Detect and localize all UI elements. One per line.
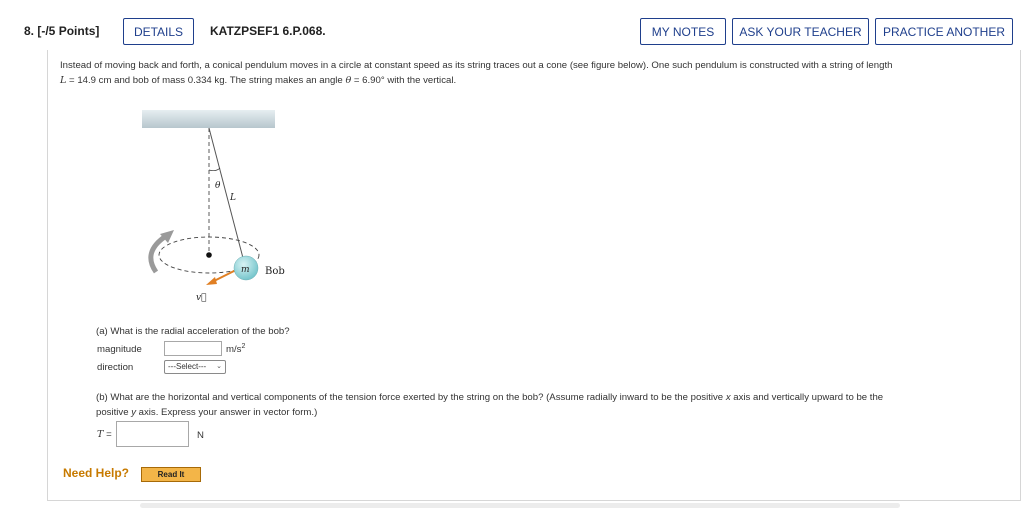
question-header: 8. [-/5 Points] DETAILS KATZPSEF1 6.P.06…	[0, 0, 1024, 50]
question-number: 8.	[24, 24, 35, 38]
unit-exponent: 2	[241, 343, 246, 350]
question-title: 8. [-/5 Points]	[24, 24, 99, 38]
details-button[interactable]: DETAILS	[123, 18, 194, 45]
magnitude-label: magnitude	[97, 344, 142, 355]
length-unit: cm	[96, 75, 112, 86]
mass-label: m	[241, 265, 250, 275]
conical-pendulum-figure: θ L m Bob v⃗	[140, 100, 300, 310]
part-b-text-4: axis. Express your answer in vector form…	[136, 407, 318, 418]
unit-text: m/s	[226, 344, 242, 356]
circle-center	[206, 252, 212, 258]
intro-mid-text: and bob of mass	[111, 75, 188, 86]
theta-equals: =	[351, 75, 363, 86]
length-equals: =	[66, 75, 78, 86]
tension-label: T =	[97, 429, 112, 440]
part-b-text-2: axis and vertically upward to be the	[730, 392, 884, 403]
direction-selected-value: ---Select---	[168, 362, 207, 371]
pendulum-diagram: θ L m Bob v⃗	[142, 110, 285, 303]
tension-equals: =	[103, 429, 112, 440]
magnitude-input[interactable]	[164, 341, 222, 356]
magnitude-unit: m/s2	[226, 343, 245, 355]
bob-label: Bob	[265, 266, 285, 277]
chevron-down-icon: ⌄	[216, 363, 222, 370]
intro-mass-text: kg. The string makes an angle	[211, 75, 346, 86]
length-value: 14.9	[77, 75, 96, 86]
part-b-prompt: (b) What are the horizontal and vertical…	[96, 390, 1006, 420]
part-b-text-3: positive	[96, 407, 132, 418]
tension-input[interactable]	[116, 421, 189, 447]
mass-value: 0.334	[187, 75, 212, 86]
angle-arc	[208, 167, 221, 172]
ask-teacher-button[interactable]: ASK YOUR TEACHER	[732, 18, 869, 45]
question-points: [-/5 Points]	[37, 24, 100, 38]
part-b-text-1: (b) What are the horizontal and vertical…	[96, 392, 726, 403]
my-notes-button[interactable]: MY NOTES	[640, 18, 726, 45]
direction-select[interactable]: ---Select--- ⌄	[164, 360, 226, 374]
read-it-button[interactable]: Read It	[141, 467, 201, 482]
intro-text: Instead of moving back and forth, a coni…	[60, 60, 893, 71]
tension-unit: N	[197, 430, 204, 441]
velocity-arrowhead	[206, 277, 217, 285]
problem-statement: Instead of moving back and forth, a coni…	[60, 58, 1015, 88]
ceiling	[142, 110, 275, 128]
theta-value: 6.90°	[362, 75, 385, 86]
need-help-label: Need Help?	[63, 466, 130, 480]
part-a-prompt: (a) What is the radial acceleration of t…	[96, 326, 290, 337]
question-code: KATZPSEF1 6.P.068.	[210, 24, 326, 38]
velocity-label: v⃗	[196, 293, 207, 303]
intro-end-text: with the vertical.	[384, 75, 457, 86]
theta-label: θ	[215, 181, 221, 191]
scroll-shadow	[140, 503, 900, 508]
direction-label: direction	[97, 362, 134, 373]
rotation-arrow	[148, 233, 168, 274]
length-label: L	[229, 193, 236, 203]
practice-another-button[interactable]: PRACTICE ANOTHER	[875, 18, 1013, 45]
